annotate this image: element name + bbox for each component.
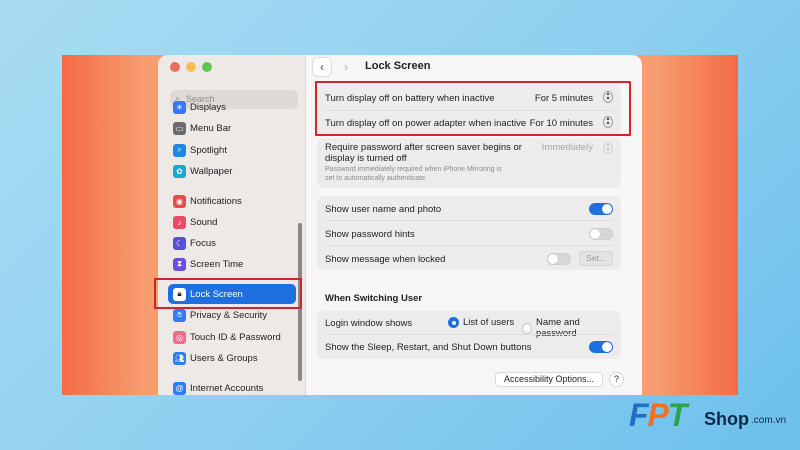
sidebar-item-focus[interactable]: ☾ Focus xyxy=(168,233,296,253)
sidebar-item-screen-time[interactable]: ⧗ Screen Time xyxy=(168,254,296,274)
show-hints-row: Show password hints xyxy=(325,228,613,240)
password-setting-label-line1: Require password after screen saver begi… xyxy=(325,142,522,153)
power-buttons-row: Show the Sleep, Restart, and Shut Down b… xyxy=(325,341,613,353)
sidebar-item-label: Internet Accounts xyxy=(190,382,264,394)
chevron-right-icon: › xyxy=(344,60,348,74)
sidebar-item-notifications[interactable]: ◉ Notifications xyxy=(168,191,296,211)
fpt-shop-logo: FPT Shop .com.vn xyxy=(624,395,794,437)
divider xyxy=(325,220,613,221)
password-note-line2: set to automatically authenticate. xyxy=(325,175,427,182)
sidebar-item-label: Privacy & Security xyxy=(190,309,268,321)
sidebar: ⌕ Search ☀ Displays ▭ Menu Bar ⌕ Spotlig… xyxy=(158,55,306,395)
show-user-row: Show user name and photo xyxy=(325,203,613,215)
radio-list-of-users-label: List of users xyxy=(463,317,515,328)
set-message-button[interactable]: Set... xyxy=(579,251,613,266)
fingerprint-icon: ◎ xyxy=(173,330,186,344)
sidebar-item-label: Menu Bar xyxy=(190,122,232,134)
sidebar-item-label: Screen Time xyxy=(190,258,244,270)
logo-letter-t: T xyxy=(667,397,688,433)
sidebar-item-wallpaper[interactable]: ✿ Wallpaper xyxy=(168,161,296,181)
switching-user-card: Login window shows List of users Name an… xyxy=(317,311,621,359)
password-setting-value[interactable]: Immediately xyxy=(542,142,593,153)
sidebar-item-users-groups[interactable]: 👥︎ Users & Groups xyxy=(168,348,296,368)
password-stepper-icon[interactable]: ▴ ▾ xyxy=(603,142,613,154)
sidebar-item-label: Notifications xyxy=(190,195,242,207)
password-note: Password immediately required when iPhon… xyxy=(325,165,535,183)
users-icon: 👥︎ xyxy=(173,351,186,365)
password-setting-label-line2: display is turned off xyxy=(325,153,407,164)
power-buttons-toggle[interactable] xyxy=(589,341,613,353)
login-window-label: Login window shows xyxy=(325,318,413,329)
sidebar-item-label: Wallpaper xyxy=(190,165,233,177)
sidebar-item-displays[interactable]: ☀ Displays xyxy=(168,97,296,117)
show-hints-label: Show password hints xyxy=(325,229,415,240)
bell-icon: ◉ xyxy=(173,194,186,208)
logo-domain-text: .com.vn xyxy=(751,415,787,426)
lock-options-card: Show user name and photo Show password h… xyxy=(317,196,621,270)
sidebar-item-spotlight[interactable]: ⌕ Spotlight xyxy=(168,140,296,160)
at-icon: @ xyxy=(173,381,186,395)
menubar-icon: ▭ xyxy=(173,121,186,135)
sidebar-item-label: Users & Groups xyxy=(190,352,258,364)
sidebar-item-label: Focus xyxy=(190,237,216,249)
show-message-label: Show message when locked xyxy=(325,254,446,265)
radio-list-of-users[interactable]: List of users xyxy=(448,317,514,328)
login-window-row: Login window shows List of users Name an… xyxy=(325,317,613,339)
sidebar-item-label: Spotlight xyxy=(190,144,227,156)
logo-shop-text: Shop xyxy=(704,409,749,429)
show-message-row: Show message when locked Set... xyxy=(325,251,613,266)
logo-letter-f: F xyxy=(629,397,649,433)
speaker-icon: ♪ xyxy=(173,215,186,229)
close-window-button[interactable] xyxy=(170,62,180,72)
zoom-window-button[interactable] xyxy=(202,62,212,72)
background-stage: ⌕ Search ☀ Displays ▭ Menu Bar ⌕ Spotlig… xyxy=(62,55,738,395)
sidebar-item-label: Sound xyxy=(190,216,218,228)
accessibility-options-button[interactable]: Accessibility Options... xyxy=(495,372,603,387)
moon-icon: ☾ xyxy=(173,236,186,250)
radio-unselected-icon xyxy=(522,322,532,334)
forward-button[interactable]: › xyxy=(337,58,355,76)
password-setting-row: Require password after screen saver begi… xyxy=(325,142,613,164)
sun-icon: ☀ xyxy=(173,100,186,114)
back-button[interactable]: ‹ xyxy=(313,58,331,76)
flower-icon: ✿ xyxy=(173,164,186,178)
hand-icon: ✋︎ xyxy=(173,308,186,322)
sidebar-item-label: Touch ID & Password xyxy=(190,331,281,343)
radio-selected-icon xyxy=(448,317,459,328)
logo-letter-p: P xyxy=(647,397,669,433)
sidebar-item-menu-bar[interactable]: ▭ Menu Bar xyxy=(168,118,296,138)
radio-name-and-password[interactable]: Name and password xyxy=(522,317,613,339)
password-note-line1: Password immediately required when iPhon… xyxy=(325,166,502,173)
page-title: Lock Screen xyxy=(365,60,431,72)
minimize-window-button[interactable] xyxy=(186,62,196,72)
power-buttons-label: Show the Sleep, Restart, and Shut Down b… xyxy=(325,342,532,353)
divider xyxy=(325,334,613,335)
sidebar-item-touch-id[interactable]: ◎ Touch ID & Password xyxy=(168,327,296,347)
show-user-label: Show user name and photo xyxy=(325,204,442,215)
help-button[interactable]: ? xyxy=(609,372,624,387)
sidebar-item-label: Displays xyxy=(190,101,226,113)
magnifier-icon: ⌕ xyxy=(173,143,186,157)
show-hints-toggle[interactable] xyxy=(589,228,613,240)
password-card: Require password after screen saver begi… xyxy=(317,138,621,188)
show-message-toggle[interactable] xyxy=(547,253,571,265)
sidebar-item-internet-accounts[interactable]: @ Internet Accounts xyxy=(168,378,296,395)
section-title-switching-user: When Switching User xyxy=(325,293,423,304)
lock-screen-highlight-box xyxy=(154,278,302,309)
divider xyxy=(325,245,613,246)
show-user-toggle[interactable] xyxy=(589,203,613,215)
chevron-left-icon: ‹ xyxy=(320,60,324,74)
display-settings-highlight-box xyxy=(315,81,631,136)
sidebar-item-sound[interactable]: ♪ Sound xyxy=(168,212,296,232)
radio-name-and-password-label: Name and password xyxy=(535,317,580,339)
window-controls xyxy=(170,62,212,72)
fpt-logo-mark: FPT xyxy=(629,397,688,434)
hourglass-icon: ⧗ xyxy=(173,257,186,271)
